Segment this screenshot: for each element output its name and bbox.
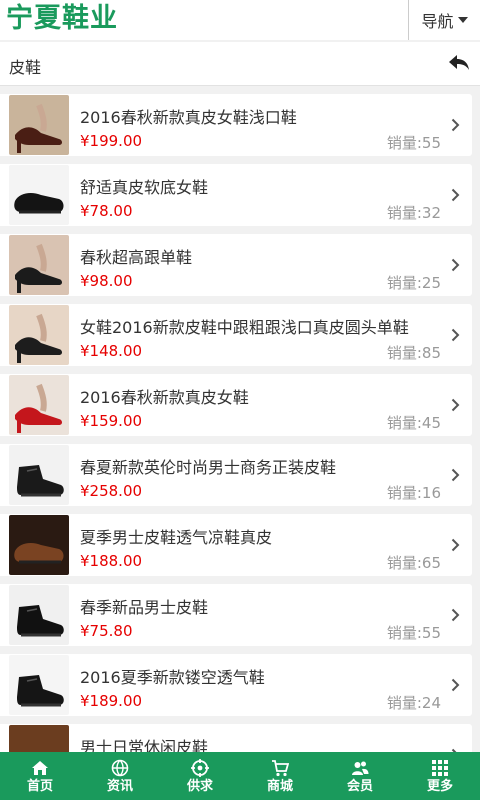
category-title: 皮鞋 <box>9 58 42 77</box>
site-logo[interactable]: 宁夏鞋业 <box>6 2 118 36</box>
product-thumbnail[interactable] <box>9 235 69 295</box>
tab-label: 供求 <box>186 779 213 794</box>
product-price: ¥148.00 <box>80 342 143 360</box>
grid-icon <box>432 760 448 776</box>
chevron-right-icon <box>451 398 460 412</box>
tab-label: 资讯 <box>106 779 133 794</box>
nav-menu-label: 导航 <box>421 12 454 31</box>
product-thumbnail[interactable] <box>9 655 69 715</box>
tab-users[interactable]: 会员 <box>320 752 400 800</box>
product-title[interactable]: 2016春秋新款真皮女鞋浅口鞋 <box>80 104 297 128</box>
chevron-right-icon <box>451 258 460 272</box>
tab-globe[interactable]: 资讯 <box>80 752 160 800</box>
product-title[interactable]: 2016春秋新款真皮女鞋 <box>80 384 249 408</box>
product-sales: 销量:32 <box>386 204 441 222</box>
product-title[interactable]: 夏季男士皮鞋透气凉鞋真皮 <box>80 524 272 548</box>
product-sales: 销量:55 <box>386 134 441 152</box>
product-item[interactable]: 2016春秋新款真皮女鞋 ¥159.00 销量:45 <box>0 374 472 436</box>
product-sales: 销量:85 <box>386 344 441 362</box>
product-price: ¥78.00 <box>80 202 133 220</box>
product-item[interactable]: 春夏新款英伦时尚男士商务正装皮鞋 ¥258.00 销量:16 <box>0 444 472 506</box>
product-item[interactable]: 女鞋2016新款皮鞋中跟粗跟浅口真皮圆头单鞋 ¥148.00 销量:85 <box>0 304 472 366</box>
tab-label: 会员 <box>346 779 373 794</box>
chevron-right-icon <box>451 538 460 552</box>
tab-grid[interactable]: 更多 <box>400 752 480 800</box>
tab-label: 首页 <box>26 779 53 794</box>
chevron-right-icon <box>451 608 460 622</box>
bottom-tab-bar: 首页 资讯 供求 商城 会员 更多 <box>0 752 480 800</box>
product-price: ¥75.80 <box>80 622 133 640</box>
product-price: ¥258.00 <box>80 482 143 500</box>
product-price: ¥189.00 <box>80 692 143 710</box>
product-thumbnail[interactable] <box>9 515 69 575</box>
chevron-right-icon <box>451 468 460 482</box>
product-title[interactable]: 春季新品男士皮鞋 <box>80 594 208 618</box>
product-thumbnail[interactable] <box>9 165 69 225</box>
tab-label: 更多 <box>426 779 453 794</box>
product-sales: 销量:45 <box>386 414 441 432</box>
target-icon <box>191 759 209 777</box>
chevron-right-icon <box>451 678 460 692</box>
chevron-right-icon <box>451 328 460 342</box>
globe-icon <box>111 759 129 777</box>
product-thumbnail[interactable] <box>9 305 69 365</box>
product-price: ¥159.00 <box>80 412 143 430</box>
product-price: ¥98.00 <box>80 272 133 290</box>
product-title[interactable]: 舒适真皮软底女鞋 <box>80 174 208 198</box>
tab-home[interactable]: 首页 <box>0 752 80 800</box>
product-thumbnail[interactable] <box>9 375 69 435</box>
category-header: 皮鞋 <box>0 42 480 86</box>
product-item[interactable]: 2016夏季新款镂空透气鞋 ¥189.00 销量:24 <box>0 654 472 716</box>
product-thumbnail[interactable] <box>9 445 69 505</box>
product-item[interactable]: 2016春秋新款真皮女鞋浅口鞋 ¥199.00 销量:55 <box>0 94 472 156</box>
back-arrow-icon[interactable] <box>448 54 470 74</box>
home-icon <box>32 761 48 775</box>
product-sales: 销量:16 <box>386 484 441 502</box>
product-price: ¥199.00 <box>80 132 143 150</box>
product-sales: 销量:24 <box>386 694 441 712</box>
product-sales: 销量:25 <box>386 274 441 292</box>
product-price: ¥188.00 <box>80 552 143 570</box>
product-title[interactable]: 女鞋2016新款皮鞋中跟粗跟浅口真皮圆头单鞋 <box>80 314 409 338</box>
product-thumbnail[interactable] <box>9 585 69 645</box>
chevron-right-icon <box>451 118 460 132</box>
product-title[interactable]: 春秋超高跟单鞋 <box>80 244 192 268</box>
product-sales: 销量:65 <box>386 554 441 572</box>
caret-down-icon <box>457 17 468 23</box>
tab-target[interactable]: 供求 <box>160 752 240 800</box>
product-item[interactable]: 舒适真皮软底女鞋 ¥78.00 销量:32 <box>0 164 472 226</box>
top-header: 宁夏鞋业 导航 <box>0 0 480 40</box>
cart-icon <box>272 760 289 777</box>
product-thumbnail[interactable] <box>9 95 69 155</box>
product-title[interactable]: 春夏新款英伦时尚男士商务正装皮鞋 <box>80 454 336 478</box>
nav-menu-button[interactable]: 导航 <box>408 0 480 40</box>
chevron-right-icon <box>451 188 460 202</box>
product-title[interactable]: 2016夏季新款镂空透气鞋 <box>80 664 265 688</box>
product-item[interactable]: 夏季男士皮鞋透气凉鞋真皮 ¥188.00 销量:65 <box>0 514 472 576</box>
product-item[interactable]: 春季新品男士皮鞋 ¥75.80 销量:55 <box>0 584 472 646</box>
tab-cart[interactable]: 商城 <box>240 752 320 800</box>
tab-label: 商城 <box>266 779 293 794</box>
product-item[interactable]: 春秋超高跟单鞋 ¥98.00 销量:25 <box>0 234 472 296</box>
users-icon <box>352 761 369 775</box>
product-sales: 销量:55 <box>386 624 441 642</box>
